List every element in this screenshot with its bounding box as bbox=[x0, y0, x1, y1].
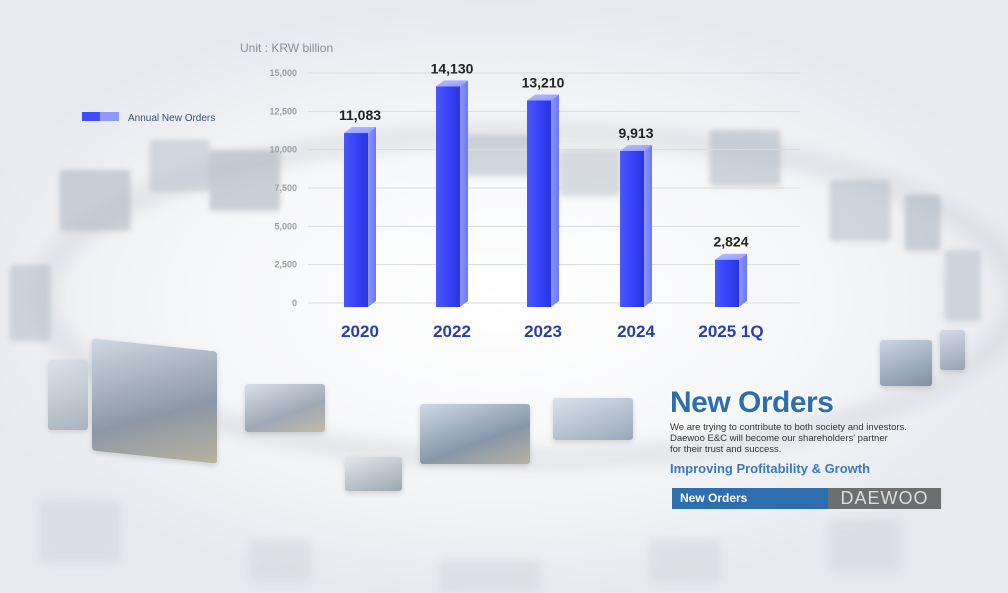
bar-front bbox=[620, 151, 644, 307]
section-label[interactable]: New Orders bbox=[672, 488, 828, 509]
bar-front bbox=[527, 100, 551, 308]
legend-label: Annual New Orders bbox=[128, 113, 215, 124]
y-tick-label: 5,000 bbox=[274, 221, 297, 231]
bar bbox=[620, 145, 652, 307]
hero-description-line: We are trying to contribute to both soci… bbox=[670, 422, 907, 433]
y-tick-label: 0 bbox=[292, 298, 297, 308]
y-tick-label: 7,500 bbox=[274, 183, 297, 193]
bars bbox=[344, 80, 747, 308]
bar-front bbox=[715, 259, 739, 307]
data-label: 2,824 bbox=[713, 234, 748, 250]
bar-side bbox=[644, 145, 652, 307]
bar-side bbox=[460, 80, 468, 307]
unit-label: Unit : KRW billion bbox=[240, 41, 333, 55]
legend-swatch-light bbox=[100, 112, 119, 121]
x-tick-label: 2020 bbox=[341, 322, 379, 341]
bar-side bbox=[551, 94, 559, 308]
x-tick-label: 2023 bbox=[524, 322, 562, 341]
x-axis-categories: 2020 2022 2023 2024 2025 1Q bbox=[341, 322, 764, 341]
y-tick-label: 12,500 bbox=[269, 106, 297, 116]
y-tick-label: 15,000 bbox=[269, 68, 297, 78]
hero-description-line: for their trust and success. bbox=[670, 444, 782, 455]
bar-front bbox=[344, 133, 368, 307]
x-tick-label: 2022 bbox=[433, 322, 471, 341]
y-tick-label: 2,500 bbox=[274, 260, 297, 270]
hero-subtitle: Improving Profitability & Growth bbox=[670, 461, 871, 476]
hero-description-line: Daewoo E&C will become our shareholders'… bbox=[670, 433, 888, 444]
y-axis-ticks: 0 2,500 5,000 7,500 10,000 12,500 15,000 bbox=[269, 68, 297, 308]
y-tick-label: 10,000 bbox=[269, 145, 297, 155]
legend: Annual New Orders bbox=[82, 112, 215, 124]
section-bar: New Orders DAEWOO bbox=[672, 488, 941, 509]
bar-side bbox=[368, 127, 376, 307]
bar-side bbox=[739, 253, 747, 307]
data-label: 13,210 bbox=[522, 74, 565, 90]
bar bbox=[344, 127, 376, 307]
bar-front bbox=[436, 86, 460, 307]
data-label: 9,913 bbox=[618, 125, 653, 141]
bar bbox=[715, 253, 747, 307]
x-tick-label: 2025 1Q bbox=[698, 322, 763, 341]
bar bbox=[436, 80, 468, 307]
data-label: 11,083 bbox=[339, 107, 381, 123]
hero-description: We are trying to contribute to both soci… bbox=[670, 422, 960, 455]
hero-title: New Orders bbox=[670, 386, 834, 419]
data-label: 14,130 bbox=[431, 60, 474, 76]
bar bbox=[527, 94, 559, 308]
brand-logo: DAEWOO bbox=[828, 488, 941, 509]
x-tick-label: 2024 bbox=[617, 322, 655, 341]
hero-text-block: New Orders We are trying to contribute t… bbox=[670, 386, 960, 476]
legend-swatch-dark bbox=[82, 112, 102, 121]
